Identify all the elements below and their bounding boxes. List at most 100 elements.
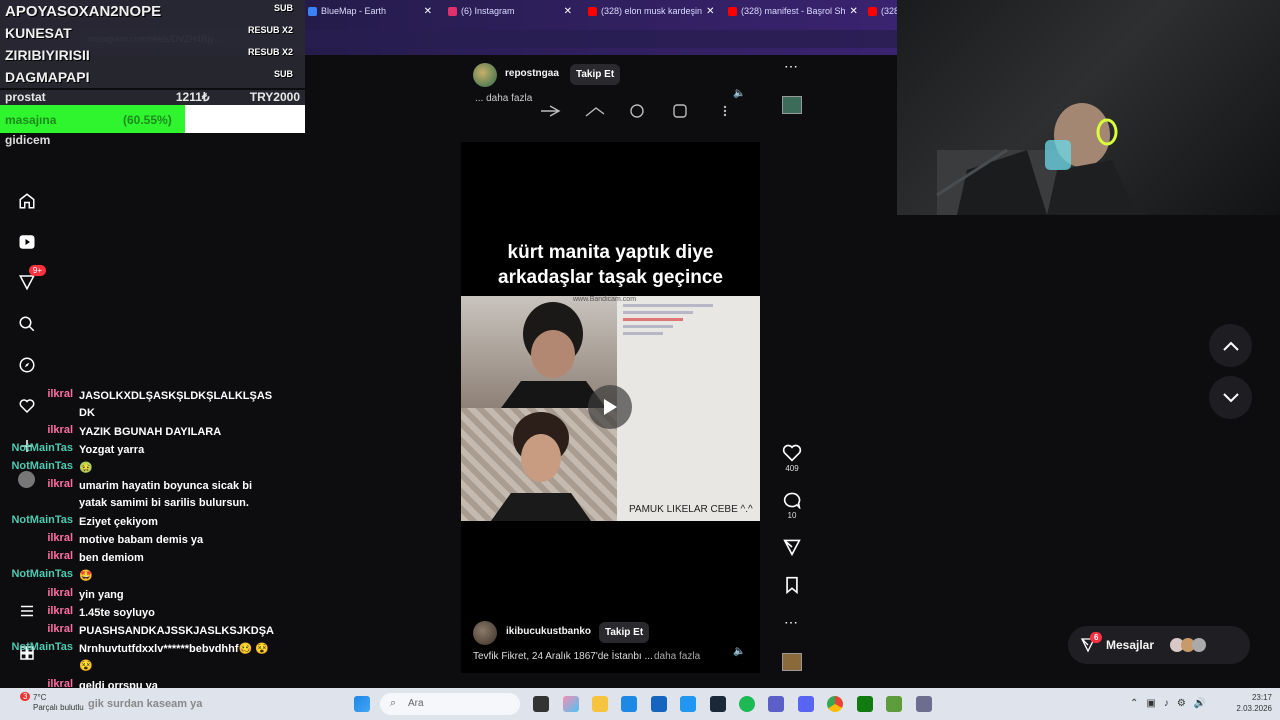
send-icon <box>783 539 801 557</box>
goal-label: prostat <box>5 90 46 104</box>
tab-youtube-1[interactable]: (328) elon musk kardeşin ✕ <box>580 0 720 22</box>
weather-widget[interactable]: 7°C Parçalı bulutlu <box>33 693 84 713</box>
tab-label: BlueMap - Earth <box>321 6 387 16</box>
heart-icon[interactable] <box>16 395 38 417</box>
chat-text: Yozgat yarra <box>79 444 145 456</box>
caption-more[interactable]: ... daha fazla <box>475 93 532 104</box>
streamer-silhouette <box>936 103 1137 215</box>
remote-desktop-icon[interactable] <box>680 696 696 712</box>
chat-username[interactable]: ilkral <box>47 532 73 544</box>
chat-username[interactable]: ilkral <box>47 587 73 599</box>
chrome-icon[interactable] <box>827 696 843 712</box>
follow-button[interactable]: Takip Et <box>599 622 650 643</box>
weather-desc: Parçalı bulutlu <box>33 703 84 712</box>
chat-username[interactable]: ilkral <box>47 424 73 436</box>
taskbar-search[interactable]: ⌕ Ara <box>380 693 520 715</box>
chat-username[interactable]: NotMainTas <box>11 442 73 454</box>
chat-username[interactable]: NotMainTas <box>11 641 73 653</box>
browser-tabs: BlueMap - Earth ✕ (6) Instagram ✕ (328) … <box>300 0 897 22</box>
clock-date: 2.03.2026 <box>1236 704 1272 713</box>
chat-overflow-text: gik surdan kaseam ya <box>88 698 203 710</box>
app-icon[interactable] <box>916 696 932 712</box>
system-tray[interactable]: ⌃▣♪⚙🔊 <box>1130 698 1214 709</box>
discord-icon[interactable] <box>798 696 814 712</box>
messages-button[interactable]: 6 Mesajlar <box>1068 626 1250 664</box>
minecraft-icon[interactable] <box>886 696 902 712</box>
play-icon[interactable] <box>588 385 632 429</box>
goal-target: TRY2000 <box>249 90 300 104</box>
more-options-icon[interactable]: ⋯ <box>784 614 798 631</box>
video-caption-line: arkadaşlar taşak geçince <box>498 267 723 288</box>
edge-icon[interactable] <box>621 696 637 712</box>
reels-icon[interactable] <box>16 231 38 253</box>
xbox-icon[interactable] <box>857 696 873 712</box>
task-view-icon[interactable] <box>533 696 549 712</box>
more-options-icon[interactable]: ⋯ <box>784 58 798 75</box>
speaker-icon[interactable]: 🔈 <box>733 88 745 99</box>
store-icon[interactable] <box>651 696 667 712</box>
youtube-favicon-icon <box>868 6 877 16</box>
bookmark-icon <box>786 576 798 595</box>
caption-more[interactable]: daha fazla <box>654 651 700 662</box>
bluemap-favicon-icon <box>308 6 317 16</box>
avatar[interactable] <box>473 621 497 645</box>
previous-post-info: repostngaa Takip Et ... daha fazla 🔈 <box>461 56 760 118</box>
chat-username[interactable]: ilkral <box>47 388 73 400</box>
like-button[interactable]: 409 <box>778 444 806 473</box>
windows-start-icon[interactable] <box>354 696 370 712</box>
close-tab-icon[interactable]: ✕ <box>850 6 858 17</box>
chat-username[interactable]: NotMainTas <box>11 460 73 472</box>
search-icon[interactable] <box>16 313 38 335</box>
chat-username[interactable]: NotMainTas <box>11 514 73 526</box>
video-frame: www.Bandicam.com PAMUK LIKELAR CEBE ^.^ <box>461 296 760 521</box>
spotify-icon[interactable] <box>739 696 755 712</box>
comment-button[interactable]: 10 <box>778 491 806 520</box>
close-tab-icon[interactable]: ✕ <box>424 6 432 17</box>
contact-avatars <box>1170 638 1207 652</box>
menu-icon[interactable] <box>16 600 38 622</box>
watermark: www.Bandicam.com <box>573 296 637 303</box>
follow-button[interactable]: Takip Et <box>570 64 621 85</box>
speaker-icon[interactable]: 🔈 <box>733 646 745 657</box>
steam-icon[interactable] <box>710 696 726 712</box>
messages-label: Mesajlar <box>1106 638 1155 652</box>
goal-progress-bar: masajına (60.55%) <box>0 105 305 133</box>
chat-username[interactable]: ilkral <box>47 550 73 562</box>
home-icon[interactable] <box>16 190 38 212</box>
post-username[interactable]: repostngaa <box>505 68 559 79</box>
chat-text: 🤢 <box>79 462 93 474</box>
notification-count-badge: 3 <box>20 692 31 701</box>
teams-icon[interactable] <box>768 696 784 712</box>
audio-thumbnail[interactable] <box>782 96 802 114</box>
post-username[interactable]: ikibucukustbanko <box>506 626 591 637</box>
close-tab-icon[interactable]: ✕ <box>706 6 714 17</box>
share-button[interactable] <box>778 538 806 558</box>
goal-amount: 1211₺ <box>175 90 210 104</box>
chat-username[interactable]: ilkral <box>47 623 73 635</box>
system-clock[interactable]: 23:17 2.03.2026 <box>1236 692 1272 714</box>
file-explorer-icon[interactable] <box>592 696 608 712</box>
audio-thumbnail[interactable] <box>782 653 802 671</box>
weather-temp: 7°C <box>33 693 47 702</box>
chat-username[interactable]: ilkral <box>47 478 73 490</box>
next-reel-button[interactable] <box>1209 376 1252 419</box>
close-tab-icon[interactable]: ✕ <box>564 6 572 17</box>
chat-username[interactable]: ilkral <box>47 605 73 617</box>
copilot-icon[interactable] <box>563 696 579 712</box>
messages-icon[interactable]: 9+ <box>16 265 46 293</box>
subscriber-name: ZIRIBIYIRISII <box>5 47 90 63</box>
chat-text: JASOLKXDLŞASKŞLDKŞLALKLŞAS DK <box>79 390 273 419</box>
save-button[interactable] <box>778 576 806 596</box>
tab-youtube-3[interactable]: (328 <box>860 0 897 22</box>
tab-instagram[interactable]: (6) Instagram ✕ <box>440 0 580 22</box>
avatar[interactable] <box>473 63 497 87</box>
notification-badge: 9+ <box>28 265 46 276</box>
tab-youtube-2[interactable]: (328) manifest - Başrol Sh ✕ <box>720 0 860 22</box>
subscriber-name: KUNESAT <box>5 25 72 41</box>
reel-video[interactable]: kürt manita yaptık diye arkadaşlar taşak… <box>461 142 760 673</box>
webcam-feed <box>897 0 1280 215</box>
tab-bluemap[interactable]: BlueMap - Earth ✕ <box>300 0 440 22</box>
previous-reel-button[interactable] <box>1209 324 1252 367</box>
explore-icon[interactable] <box>16 354 38 376</box>
chat-username[interactable]: NotMainTas <box>11 568 73 580</box>
